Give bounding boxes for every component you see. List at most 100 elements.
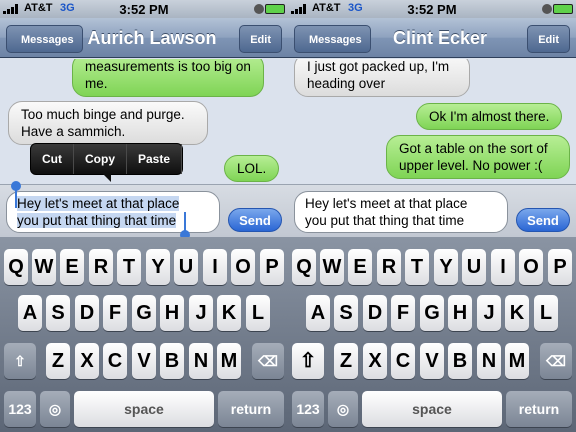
key-f[interactable]: F bbox=[391, 295, 415, 331]
return-key[interactable]: return bbox=[506, 391, 572, 427]
return-key[interactable]: return bbox=[218, 391, 284, 427]
selected-text-line1: Hey let's meet at that place bbox=[17, 196, 180, 211]
key-z[interactable]: Z bbox=[46, 343, 70, 379]
key-b[interactable]: B bbox=[448, 343, 472, 379]
edit-menu-popup: Cut Copy Paste bbox=[30, 143, 184, 182]
message-bubble: measurements is too big on me. bbox=[72, 59, 264, 97]
globe-key[interactable]: ◎ bbox=[40, 391, 70, 427]
key-e[interactable]: E bbox=[348, 249, 372, 285]
edit-button[interactable]: Edit bbox=[239, 25, 282, 53]
key-s[interactable]: S bbox=[46, 295, 70, 331]
key-y[interactable]: Y bbox=[434, 249, 458, 285]
backspace-icon: ⌫ bbox=[546, 353, 566, 369]
key-k[interactable]: K bbox=[217, 295, 241, 331]
globe-key[interactable]: ◎ bbox=[328, 391, 358, 427]
battery-icon bbox=[553, 4, 573, 14]
globe-icon: ◎ bbox=[48, 401, 62, 417]
key-h[interactable]: H bbox=[160, 295, 184, 331]
message-list[interactable]: I just got packed up, I'm heading over O… bbox=[288, 59, 576, 184]
key-n[interactable]: N bbox=[477, 343, 501, 379]
message-input[interactable]: Hey let's meet at that place you put tha… bbox=[6, 191, 220, 233]
input-text-line2: you put that thing that time bbox=[305, 213, 465, 228]
key-j[interactable]: J bbox=[189, 295, 213, 331]
key-w[interactable]: W bbox=[32, 249, 56, 285]
key-q[interactable]: Q bbox=[4, 249, 28, 285]
key-s[interactable]: S bbox=[334, 295, 358, 331]
key-u[interactable]: U bbox=[462, 249, 486, 285]
globe-icon: ◎ bbox=[336, 401, 350, 417]
key-t[interactable]: T bbox=[117, 249, 141, 285]
space-key[interactable]: space bbox=[362, 391, 502, 427]
backspace-key[interactable]: ⌫ bbox=[540, 343, 572, 379]
key-w[interactable]: W bbox=[320, 249, 344, 285]
key-t[interactable]: T bbox=[405, 249, 429, 285]
key-g[interactable]: G bbox=[132, 295, 156, 331]
selection-start-caret bbox=[15, 188, 17, 208]
space-key[interactable]: space bbox=[74, 391, 214, 427]
key-a[interactable]: A bbox=[18, 295, 42, 331]
shift-key[interactable]: ⇧ bbox=[292, 343, 324, 379]
orientation-lock-icon bbox=[542, 4, 552, 14]
key-y[interactable]: Y bbox=[146, 249, 170, 285]
key-k[interactable]: K bbox=[505, 295, 529, 331]
key-r[interactable]: R bbox=[89, 249, 113, 285]
key-v[interactable]: V bbox=[420, 343, 444, 379]
key-d[interactable]: D bbox=[363, 295, 387, 331]
nav-bar: Messages Aurich Lawson Edit bbox=[0, 18, 288, 58]
conversation-title: Aurich Lawson bbox=[87, 28, 217, 48]
shift-key[interactable]: ⇧ bbox=[4, 343, 36, 379]
paste-button[interactable]: Paste bbox=[127, 144, 183, 174]
backspace-icon: ⌫ bbox=[258, 353, 278, 369]
keyboard: Q W E R T Y U I O P A S D F G H J K L ⇧ … bbox=[0, 237, 288, 432]
key-b[interactable]: B bbox=[160, 343, 184, 379]
send-button[interactable]: Send bbox=[516, 208, 570, 232]
status-bar: AT&T 3G 3:52 PM bbox=[0, 0, 288, 18]
edit-button[interactable]: Edit bbox=[527, 25, 570, 53]
key-m[interactable]: M bbox=[217, 343, 241, 379]
key-h[interactable]: H bbox=[448, 295, 472, 331]
clock: 3:52 PM bbox=[119, 2, 169, 17]
key-z[interactable]: Z bbox=[334, 343, 358, 379]
key-q[interactable]: Q bbox=[292, 249, 316, 285]
key-c[interactable]: C bbox=[391, 343, 415, 379]
key-l[interactable]: L bbox=[534, 295, 558, 331]
key-a[interactable]: A bbox=[306, 295, 330, 331]
message-bubble: Ok I'm almost there. bbox=[416, 103, 563, 130]
key-v[interactable]: V bbox=[132, 343, 156, 379]
key-l[interactable]: L bbox=[246, 295, 270, 331]
key-i[interactable]: I bbox=[491, 249, 515, 285]
battery-icon bbox=[265, 4, 285, 14]
key-m[interactable]: M bbox=[505, 343, 529, 379]
message-input[interactable]: Hey let's meet at that place you put tha… bbox=[294, 191, 508, 233]
key-u[interactable]: U bbox=[174, 249, 198, 285]
right-screen: AT&T 3G 3:52 PM Messages Clint Ecker Edi… bbox=[288, 0, 576, 432]
conversation-title: Clint Ecker bbox=[392, 28, 488, 48]
key-r[interactable]: R bbox=[377, 249, 401, 285]
key-p[interactable]: P bbox=[260, 249, 284, 285]
key-g[interactable]: G bbox=[420, 295, 444, 331]
numbers-key[interactable]: 123 bbox=[4, 391, 36, 427]
key-c[interactable]: C bbox=[103, 343, 127, 379]
selection-end-caret bbox=[184, 212, 186, 232]
key-j[interactable]: J bbox=[477, 295, 501, 331]
message-bubble: Got a table on the sort of upper level. … bbox=[386, 135, 570, 179]
key-o[interactable]: O bbox=[519, 249, 543, 285]
key-i[interactable]: I bbox=[203, 249, 227, 285]
key-x[interactable]: X bbox=[363, 343, 387, 379]
send-button[interactable]: Send bbox=[228, 208, 282, 232]
cut-button[interactable]: Cut bbox=[31, 144, 74, 174]
key-d[interactable]: D bbox=[75, 295, 99, 331]
popup-arrow bbox=[103, 174, 111, 182]
clock: 3:52 PM bbox=[407, 2, 457, 17]
orientation-lock-icon bbox=[254, 4, 264, 14]
message-bubble: I just got packed up, I'm heading over bbox=[294, 59, 470, 97]
key-x[interactable]: X bbox=[75, 343, 99, 379]
key-n[interactable]: N bbox=[189, 343, 213, 379]
key-e[interactable]: E bbox=[60, 249, 84, 285]
key-f[interactable]: F bbox=[103, 295, 127, 331]
key-o[interactable]: O bbox=[231, 249, 255, 285]
backspace-key[interactable]: ⌫ bbox=[252, 343, 284, 379]
key-p[interactable]: P bbox=[548, 249, 572, 285]
copy-button[interactable]: Copy bbox=[74, 144, 127, 174]
numbers-key[interactable]: 123 bbox=[292, 391, 324, 427]
